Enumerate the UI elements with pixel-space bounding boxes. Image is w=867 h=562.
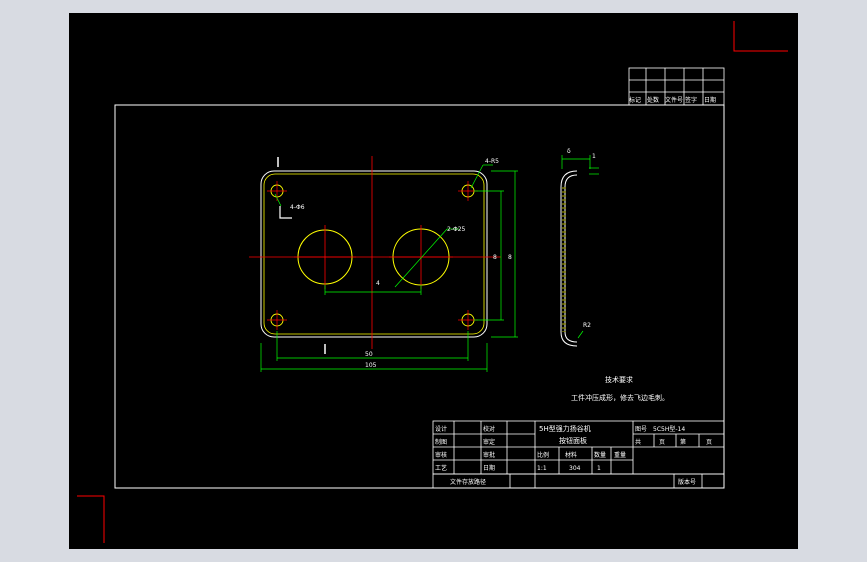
tb-total: 共 — [635, 438, 641, 446]
tb-drawing: 制图 — [435, 438, 447, 446]
tb-version: 版本号 — [678, 478, 696, 486]
plate-inner-outline — [263, 173, 485, 335]
tb-material-label: 材料 — [565, 451, 577, 459]
rev-header-sign: 签字 — [685, 96, 697, 104]
corner-mark-bottom-left — [77, 495, 105, 543]
tb-material-value: 304 — [569, 465, 581, 472]
tb-drawing-no: 5C5H型-14 — [653, 425, 685, 433]
side-radius-label: R2 — [583, 322, 591, 329]
dim-large-holes: 2-Φ25 — [447, 226, 466, 233]
tb-sheet-no: 第 — [680, 438, 686, 446]
tb-scale-label: 比例 — [537, 451, 549, 459]
tech-req-heading: 技术要求 — [605, 375, 633, 384]
tb-total-unit: 页 — [659, 439, 665, 446]
tb-sheet-unit: 页 — [706, 439, 712, 446]
front-view — [249, 156, 501, 354]
tb-quantity-value: 1 — [597, 465, 601, 472]
tb-part-name: 按钮面板 — [559, 436, 587, 445]
tech-req-text: 工件冲压成形，修去飞边毛刺。 — [571, 393, 669, 402]
tb-check: 校对 — [483, 425, 495, 433]
side-thickness-label: δ — [567, 148, 571, 155]
tb-drawing-no-label: 图号 — [635, 426, 647, 433]
rev-header-count: 处数 — [647, 96, 659, 104]
dim-hole-spacing: 4 — [376, 280, 380, 287]
plate-outline — [260, 170, 488, 338]
dim-corner-radius: 4-R5 — [485, 158, 499, 165]
tb-scale-value: 1:1 — [537, 465, 547, 472]
rev-header-date: 日期 — [704, 96, 716, 104]
side-view: δ 1 R2 — [560, 148, 599, 347]
dim-inner-height: 8 — [493, 254, 497, 261]
tb-design: 设计 — [435, 425, 447, 433]
tb-product-name: 5H型强力扬谷机 — [539, 424, 591, 433]
dimension-lines — [260, 164, 518, 372]
tb-quantity-label: 数量 — [594, 451, 606, 459]
tb-weight-label: 重量 — [614, 451, 626, 459]
dim-corner-holes: 4-Φ6 — [290, 204, 305, 211]
tb-audit: 审核 — [435, 451, 447, 459]
corner-mark-top-right — [733, 21, 788, 52]
dim-inner-width: 50 — [365, 351, 373, 358]
dim-outer-height: 8 — [508, 254, 512, 261]
tb-approve: 审批 — [483, 451, 495, 459]
tb-process: 工艺 — [435, 464, 447, 472]
rev-header-fileno: 文件号 — [665, 96, 683, 104]
title-block-labels: 设计 校对 制图 审定 审核 审批 工艺 日期 5H型强力扬谷机 按钮面板 比例… — [435, 424, 712, 486]
side-view-outline — [564, 174, 578, 343]
tb-file-path: 文件存放路径 — [450, 478, 486, 486]
rev-header-mark: 标记 — [629, 96, 641, 104]
side-lip-label: 1 — [592, 153, 596, 160]
tb-date: 日期 — [483, 464, 495, 472]
dim-outer-width: 105 — [365, 362, 377, 369]
tb-review: 审定 — [483, 438, 495, 446]
drawing-sheet: 标记 处数 文件号 签字 日期 4-R5 4-Φ6 2-Φ25 4 8 8 50… — [69, 13, 798, 549]
cad-drawing: 标记 处数 文件号 签字 日期 4-R5 4-Φ6 2-Φ25 4 8 8 50… — [77, 21, 788, 543]
